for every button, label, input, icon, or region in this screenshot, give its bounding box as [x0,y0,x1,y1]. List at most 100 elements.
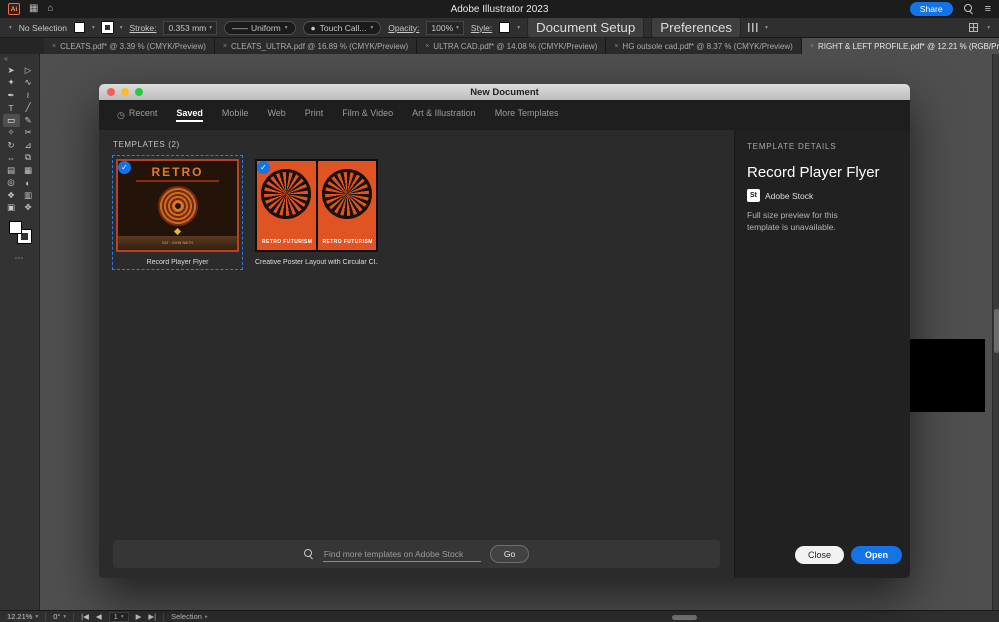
pen-tool[interactable]: ✒ [3,89,20,102]
lasso-tool[interactable]: ∿ [20,77,37,90]
template-name: Record Player Flyer [116,259,239,266]
minimize-window-icon[interactable] [121,88,129,96]
last-artboard-icon[interactable]: ▶| [148,612,156,621]
zoom-window-icon[interactable] [135,88,143,96]
home-icon[interactable]: ⌂ [47,4,53,14]
artboard-number-field[interactable]: 1 ▾ [109,612,129,622]
mesh-tool[interactable]: ▦ [20,164,37,177]
collapse-panel-icon[interactable]: « [0,54,8,64]
apps-grid-icon[interactable]: ▦ [29,4,38,14]
stroke-color-swatch[interactable] [102,22,113,33]
control-bar: ▾ No Selection ▾ ▾ Stroke: 0.353 mm ▾ ——… [0,18,999,38]
vertical-scrollbar-thumb[interactable] [994,309,999,353]
vertical-scrollbar[interactable] [992,54,999,610]
column-graph-tool[interactable]: ▥ [20,189,37,202]
close-icon[interactable]: × [425,43,429,50]
hand-tool[interactable]: ✥ [20,202,37,215]
shaper-tool[interactable]: ✧ [3,127,20,140]
document-tab-active[interactable]: × RIGHT & LEFT PROFILE.pdf* @ 12.21 % (R… [802,38,999,54]
free-transform-tool[interactable]: ⧉ [20,152,37,165]
previous-artboard-icon[interactable]: ◀ [96,612,102,621]
brush-dropdown[interactable]: ● Touch Call... ▾ [303,21,382,35]
tab-recent[interactable]: ◷ Recent [117,108,157,122]
template-card-creative-poster-layout[interactable]: ✓ RETRO FUTURISM RETRO FUTURISM Creative… [252,156,381,269]
tab-print[interactable]: Print [305,108,324,122]
dialog-title-bar: New Document [99,84,910,100]
style-link[interactable]: Style: [471,23,492,33]
scale-tool[interactable]: ⊿ [20,139,37,152]
close-icon[interactable]: × [223,43,227,50]
status-bar: 12.21% ▾ 0° ▾ |◀ ◀ 1 ▾ ▶ ▶| Selection ▸ [0,610,999,622]
close-icon[interactable]: × [614,43,618,50]
tab-saved[interactable]: Saved [176,108,203,122]
opacity-link[interactable]: Opacity: [388,23,419,33]
document-tab[interactable]: × ULTRA CAD.pdf* @ 14.08 % (CMYK/Preview… [417,38,606,54]
rotation-dropdown[interactable]: 0° ▾ [53,612,66,621]
close-icon[interactable]: × [52,43,56,50]
document-tab[interactable]: × CLEATS_ULTRA.pdf @ 16.89 % (CMYK/Previ… [215,38,417,54]
next-artboard-icon[interactable]: ▶ [136,612,142,621]
artboard-tool[interactable]: ▣ [3,202,20,215]
preferences-button[interactable]: Preferences [651,17,741,38]
document-tab[interactable]: × HG outsole cad.pdf* @ 8.37 % (CMYK/Pre… [606,38,802,54]
symbol-sprayer-tool[interactable]: ❖ [3,189,20,202]
close-window-icon[interactable] [107,88,115,96]
opacity-field[interactable]: 100% ▾ [426,21,464,35]
close-icon[interactable]: × [810,43,814,50]
fill-swatch[interactable] [9,221,22,234]
close-button[interactable]: Close [795,546,844,564]
document-tab[interactable]: × CLEATS.pdf* @ 3.39 % (CMYK/Preview) [44,38,215,54]
tab-film-video[interactable]: Film & Video [342,108,393,122]
magic-wand-tool[interactable]: ✦ [3,77,20,90]
menu-icon[interactable]: ≡ [985,3,991,15]
selection-tool[interactable]: ➤ [3,64,20,77]
open-button[interactable]: Open [851,546,902,564]
template-name: Creative Poster Layout with Circular Cl.… [255,259,378,266]
direct-selection-tool[interactable]: ▷ [20,64,37,77]
chevron-down-icon: ▾ [285,25,288,31]
stock-search-input[interactable] [323,547,481,562]
width-tool[interactable]: ⇔ [3,152,20,165]
zoom-level-dropdown[interactable]: 12.21% ▾ [7,612,38,621]
go-button[interactable]: Go [490,545,529,563]
illustrator-app-icon[interactable]: Ai [8,3,20,15]
paintbrush-tool[interactable]: ✎ [20,114,37,127]
eyedropper-tool[interactable]: ◎ [3,177,20,190]
align-icon[interactable] [748,23,758,32]
scissors-tool[interactable]: ✂ [20,127,37,140]
template-thumbnail[interactable]: RETRO FUTURISM RETRO FUTURISM [255,159,378,252]
rectangle-tool[interactable]: ▭ [3,114,20,127]
workspace-switcher-icon[interactable] [969,23,978,32]
stroke-panel-link[interactable]: Stroke: [130,23,157,33]
tab-mobile[interactable]: Mobile [222,108,249,122]
horizontal-scrollbar-thumb[interactable] [672,615,697,620]
tab-more-templates[interactable]: More Templates [495,108,559,122]
gradient-tool[interactable]: ▤ [3,164,20,177]
variable-width-dropdown[interactable]: —— Uniform ▾ [224,21,296,35]
share-button[interactable]: Share [910,2,953,16]
search-icon[interactable] [964,4,974,14]
status-tool-indicator[interactable]: Selection ▸ [171,612,208,621]
first-artboard-icon[interactable]: |◀ [81,612,89,621]
tab-art-illustration[interactable]: Art & Illustration [412,108,476,122]
tab-web[interactable]: Web [267,108,285,122]
edit-toolbar-icon[interactable]: ⋯ [15,253,25,264]
line-segment-tool[interactable]: ╱ [20,102,37,115]
checkmark-icon[interactable]: ✓ [257,161,270,174]
curvature-tool[interactable]: ≀ [20,89,37,102]
style-swatch[interactable] [499,22,510,33]
thumb-title: RETRO [152,165,204,179]
blend-tool[interactable]: ◐ [20,177,37,190]
fill-color-swatch[interactable] [74,22,85,33]
search-icon [304,549,314,559]
document-setup-button[interactable]: Document Setup [527,17,644,38]
chevron-down-icon: ▾ [120,25,123,31]
template-card-record-player-flyer[interactable]: ✓ RETRO SAT · JOHN SMITH Record Player F… [113,156,242,269]
rotate-tool[interactable]: ↻ [3,139,20,152]
checkmark-icon[interactable]: ✓ [118,161,131,174]
fill-stroke-indicator[interactable] [9,221,31,243]
template-thumbnail[interactable]: RETRO SAT · JOHN SMITH [116,159,239,252]
chevron-down-icon[interactable]: ▾ [9,25,12,31]
stroke-weight-field[interactable]: 0.353 mm ▾ [163,21,217,35]
type-tool[interactable]: T [3,102,20,115]
